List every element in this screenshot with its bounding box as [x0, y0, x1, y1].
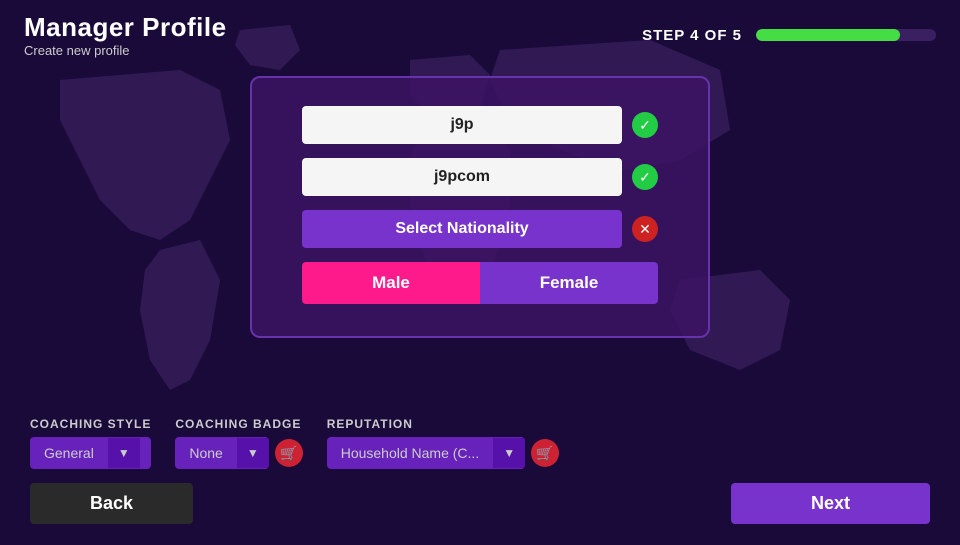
reputation-select[interactable]: Household Name (C... ▼ [327, 437, 525, 469]
page-title: Manager Profile [24, 12, 227, 43]
form-card: ✓ ✓ Select Nationality ✕ Male Female [250, 76, 710, 338]
back-button[interactable]: Back [30, 483, 193, 524]
nationality-button[interactable]: Select Nationality [302, 210, 622, 248]
coaching-badge-value: None [175, 437, 236, 469]
header-left: Manager Profile Create new profile [24, 12, 227, 58]
next-button[interactable]: Next [731, 483, 930, 524]
gender-row: Male Female [302, 262, 658, 304]
username-input[interactable] [302, 106, 622, 144]
coaching-style-value: General [30, 437, 108, 469]
displayname-input[interactable] [302, 158, 622, 196]
nationality-row: Select Nationality ✕ [302, 210, 658, 248]
reputation-group: REPUTATION Household Name (C... ▼ 🛒 [327, 417, 559, 469]
actions-row: Back Next [30, 483, 930, 524]
progress-bar-background [756, 29, 936, 41]
header: Manager Profile Create new profile STEP … [0, 0, 960, 66]
page-subtitle: Create new profile [24, 43, 227, 58]
dropdowns-row: COACHING STYLE General ▼ COACHING BADGE … [30, 417, 930, 469]
coaching-style-label: COACHING STYLE [30, 417, 151, 431]
main-area: ✓ ✓ Select Nationality ✕ Male Female [0, 66, 960, 401]
username-row: ✓ [302, 106, 658, 144]
coaching-badge-label: COACHING BADGE [175, 417, 302, 431]
coaching-style-select[interactable]: General ▼ [30, 437, 151, 469]
coaching-badge-select[interactable]: None ▼ [175, 437, 268, 469]
reputation-label: REPUTATION [327, 417, 559, 431]
coaching-badge-group: COACHING BADGE None ▼ 🛒 [175, 417, 302, 469]
gender-female-button[interactable]: Female [480, 262, 658, 304]
reputation-arrow-icon: ▼ [493, 438, 525, 468]
username-valid-icon: ✓ [632, 112, 658, 138]
displayname-valid-icon: ✓ [632, 164, 658, 190]
bottom-section: COACHING STYLE General ▼ COACHING BADGE … [0, 401, 960, 540]
nationality-invalid-icon: ✕ [632, 216, 658, 242]
step-text: STEP 4 OF 5 [642, 27, 742, 44]
reputation-value: Household Name (C... [327, 437, 494, 469]
coaching-badge-arrow-icon: ▼ [237, 438, 269, 468]
coaching-badge-cart-icon[interactable]: 🛒 [275, 439, 303, 467]
coaching-style-arrow-icon: ▼ [108, 438, 140, 468]
reputation-wrapper: Household Name (C... ▼ 🛒 [327, 437, 559, 469]
reputation-cart-icon[interactable]: 🛒 [531, 439, 559, 467]
coaching-style-group: COACHING STYLE General ▼ [30, 417, 151, 469]
main-content: Manager Profile Create new profile STEP … [0, 0, 960, 540]
coaching-badge-wrapper: None ▼ 🛒 [175, 437, 302, 469]
progress-bar-fill [756, 29, 900, 41]
gender-male-button[interactable]: Male [302, 262, 480, 304]
displayname-row: ✓ [302, 158, 658, 196]
step-info: STEP 4 OF 5 [642, 27, 936, 44]
